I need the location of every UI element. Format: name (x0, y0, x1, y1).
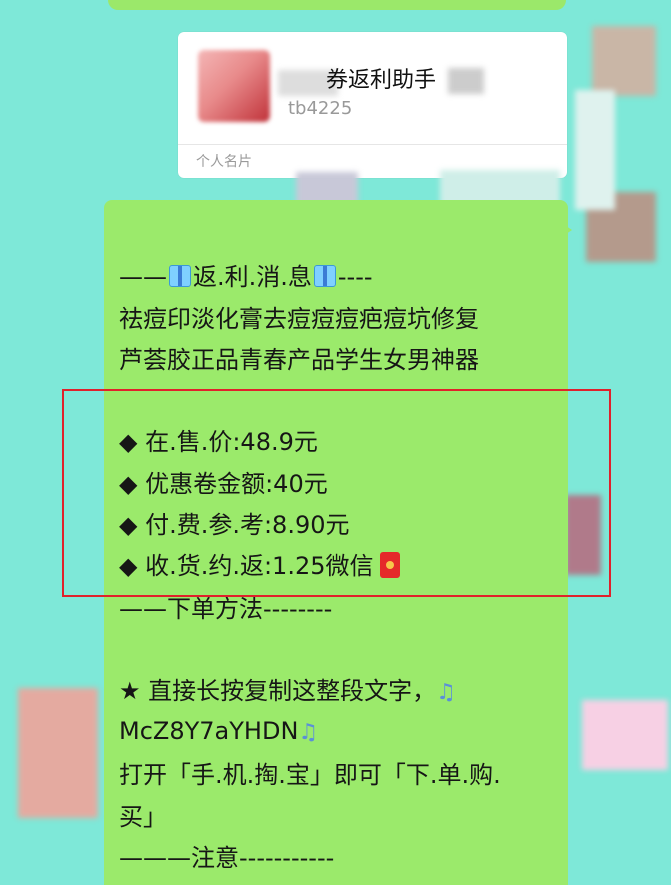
notice-line: ———注意----------- (119, 844, 335, 872)
instruction-line: ★ 直接长按复制这整段文字，♫ (119, 676, 456, 708)
previous-message-bubble (108, 0, 566, 10)
contact-card[interactable]: 券返利助手 tb4225 个人名片 (178, 32, 567, 178)
open-app-line-cont: 买」 (119, 803, 167, 831)
open-app-line: 打开「手.机.掏.宝」即可「下.单.购. (119, 761, 501, 789)
card-type-label: 个人名片 (196, 154, 252, 170)
token-code[interactable]: McZ8Y7aYHDN (119, 717, 298, 745)
product-title-line-1: 祛痘印淡化膏去痘痘痘疤痘坑修复 (119, 305, 479, 333)
sender-avatar[interactable] (592, 26, 656, 96)
instruction-text: ★ 直接长按复制这整段文字， (119, 677, 437, 705)
header-dash: ---- (337, 263, 373, 291)
blurred-sticker (582, 700, 668, 770)
contact-account: tb4225 (288, 98, 353, 119)
blurred-decoration (575, 90, 615, 210)
card-divider (178, 144, 567, 145)
highlight-box (62, 389, 611, 597)
header-title: 返.利.消.息 (193, 263, 312, 291)
music-note-icon: ♫ (436, 680, 456, 705)
contact-avatar (198, 50, 270, 122)
token-line: McZ8Y7aYHDN♫ (119, 716, 318, 748)
message-line-header: —— 返.利.消.息 ---- (119, 262, 373, 292)
music-note-icon: ♫ (298, 720, 319, 745)
gift-icon (313, 265, 336, 287)
bubble-tail (560, 222, 572, 238)
order-method-line: ——下单方法-------- (119, 595, 333, 623)
header-dash: —— (119, 263, 167, 291)
contact-name: 券返利助手 (326, 68, 437, 93)
gift-icon (169, 265, 191, 287)
product-title-line-2: 芦荟胶正品青春产品学生女男神器 (119, 346, 479, 374)
blurred-name-part (448, 68, 484, 94)
receiver-avatar[interactable] (18, 688, 98, 818)
